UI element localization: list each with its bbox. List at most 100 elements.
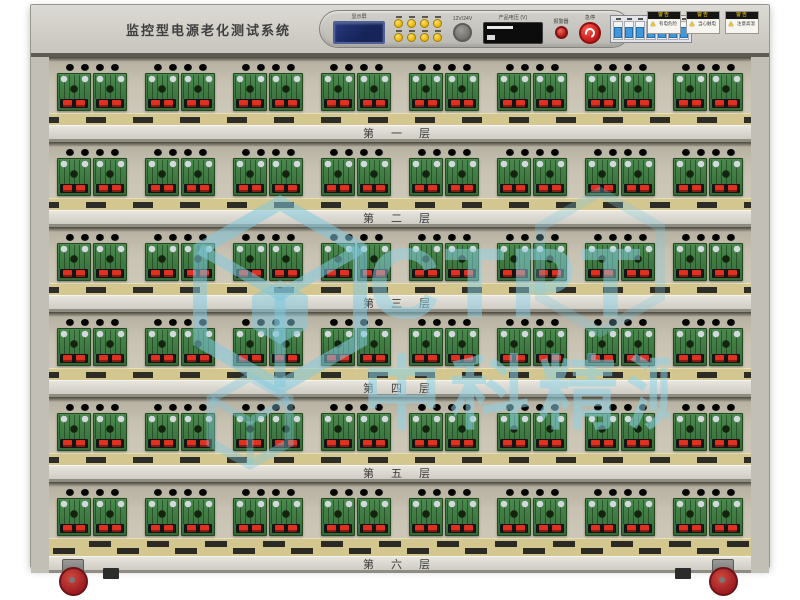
- test-pcb-board[interactable]: [445, 328, 479, 366]
- test-pcb-board[interactable]: [269, 498, 303, 536]
- red-terminal[interactable]: [640, 100, 649, 107]
- test-pcb-board[interactable]: [321, 413, 355, 451]
- red-terminal[interactable]: [340, 100, 349, 107]
- test-pcb-board[interactable]: [57, 498, 91, 536]
- test-pcb-board[interactable]: [445, 243, 479, 281]
- red-terminal[interactable]: [415, 525, 424, 532]
- test-pcb-board[interactable]: [357, 73, 391, 111]
- red-terminal[interactable]: [604, 525, 613, 532]
- test-pcb-board[interactable]: [409, 413, 443, 451]
- test-pcb-board[interactable]: [709, 413, 743, 451]
- red-terminal[interactable]: [99, 440, 108, 447]
- red-terminal[interactable]: [239, 100, 248, 107]
- test-pcb-board[interactable]: [269, 413, 303, 451]
- red-terminal[interactable]: [715, 440, 724, 447]
- red-terminal[interactable]: [679, 270, 688, 277]
- red-terminal[interactable]: [503, 100, 512, 107]
- red-terminal[interactable]: [340, 440, 349, 447]
- red-terminal[interactable]: [164, 525, 173, 532]
- red-terminal[interactable]: [503, 355, 512, 362]
- test-pcb-board[interactable]: [145, 158, 179, 196]
- red-terminal[interactable]: [728, 440, 737, 447]
- red-terminal[interactable]: [288, 185, 297, 192]
- red-terminal[interactable]: [451, 355, 460, 362]
- red-terminal[interactable]: [539, 100, 548, 107]
- red-terminal[interactable]: [63, 355, 72, 362]
- red-terminal[interactable]: [151, 525, 160, 532]
- test-pcb-board[interactable]: [269, 328, 303, 366]
- red-terminal[interactable]: [164, 100, 173, 107]
- test-pcb-board[interactable]: [673, 243, 707, 281]
- test-pcb-board[interactable]: [497, 158, 531, 196]
- red-terminal[interactable]: [552, 270, 561, 277]
- test-pcb-board[interactable]: [269, 73, 303, 111]
- red-terminal[interactable]: [376, 185, 385, 192]
- test-pcb-board[interactable]: [321, 73, 355, 111]
- red-terminal[interactable]: [552, 525, 561, 532]
- test-pcb-board[interactable]: [709, 73, 743, 111]
- red-terminal[interactable]: [200, 270, 209, 277]
- circuit-breaker[interactable]: [613, 21, 623, 40]
- red-terminal[interactable]: [516, 355, 525, 362]
- test-pcb-board[interactable]: [621, 158, 655, 196]
- red-terminal[interactable]: [340, 525, 349, 532]
- red-terminal[interactable]: [200, 100, 209, 107]
- red-terminal[interactable]: [239, 355, 248, 362]
- red-terminal[interactable]: [516, 270, 525, 277]
- test-pcb-board[interactable]: [621, 498, 655, 536]
- red-terminal[interactable]: [327, 525, 336, 532]
- red-terminal[interactable]: [200, 525, 209, 532]
- test-pcb-board[interactable]: [497, 73, 531, 111]
- red-terminal[interactable]: [63, 185, 72, 192]
- red-terminal[interactable]: [539, 440, 548, 447]
- red-terminal[interactable]: [640, 525, 649, 532]
- red-terminal[interactable]: [591, 270, 600, 277]
- red-terminal[interactable]: [112, 525, 121, 532]
- red-terminal[interactable]: [200, 355, 209, 362]
- red-terminal[interactable]: [715, 270, 724, 277]
- red-terminal[interactable]: [415, 185, 424, 192]
- red-terminal[interactable]: [376, 440, 385, 447]
- red-terminal[interactable]: [591, 525, 600, 532]
- test-pcb-board[interactable]: [709, 243, 743, 281]
- red-terminal[interactable]: [604, 100, 613, 107]
- test-pcb-board[interactable]: [673, 73, 707, 111]
- red-terminal[interactable]: [327, 270, 336, 277]
- test-pcb-board[interactable]: [357, 498, 391, 536]
- red-terminal[interactable]: [715, 100, 724, 107]
- red-terminal[interactable]: [187, 100, 196, 107]
- breaker-toggle[interactable]: [614, 27, 622, 38]
- red-terminal[interactable]: [679, 100, 688, 107]
- red-terminal[interactable]: [692, 440, 701, 447]
- test-pcb-board[interactable]: [57, 158, 91, 196]
- test-pcb-board[interactable]: [497, 413, 531, 451]
- test-pcb-board[interactable]: [585, 243, 619, 281]
- red-terminal[interactable]: [376, 355, 385, 362]
- red-terminal[interactable]: [99, 270, 108, 277]
- test-pcb-board[interactable]: [357, 158, 391, 196]
- red-terminal[interactable]: [516, 185, 525, 192]
- red-terminal[interactable]: [679, 525, 688, 532]
- red-terminal[interactable]: [288, 355, 297, 362]
- test-pcb-board[interactable]: [673, 158, 707, 196]
- red-terminal[interactable]: [679, 185, 688, 192]
- red-terminal[interactable]: [252, 355, 261, 362]
- red-terminal[interactable]: [239, 525, 248, 532]
- test-pcb-board[interactable]: [673, 328, 707, 366]
- red-terminal[interactable]: [327, 100, 336, 107]
- red-terminal[interactable]: [591, 440, 600, 447]
- red-terminal[interactable]: [464, 525, 473, 532]
- red-terminal[interactable]: [112, 440, 121, 447]
- red-terminal[interactable]: [692, 185, 701, 192]
- test-pcb-board[interactable]: [57, 328, 91, 366]
- red-terminal[interactable]: [679, 355, 688, 362]
- red-terminal[interactable]: [76, 270, 85, 277]
- test-pcb-board[interactable]: [409, 73, 443, 111]
- red-terminal[interactable]: [715, 185, 724, 192]
- red-terminal[interactable]: [239, 440, 248, 447]
- red-terminal[interactable]: [164, 440, 173, 447]
- test-pcb-board[interactable]: [57, 243, 91, 281]
- test-pcb-board[interactable]: [145, 413, 179, 451]
- red-terminal[interactable]: [552, 185, 561, 192]
- test-pcb-board[interactable]: [673, 413, 707, 451]
